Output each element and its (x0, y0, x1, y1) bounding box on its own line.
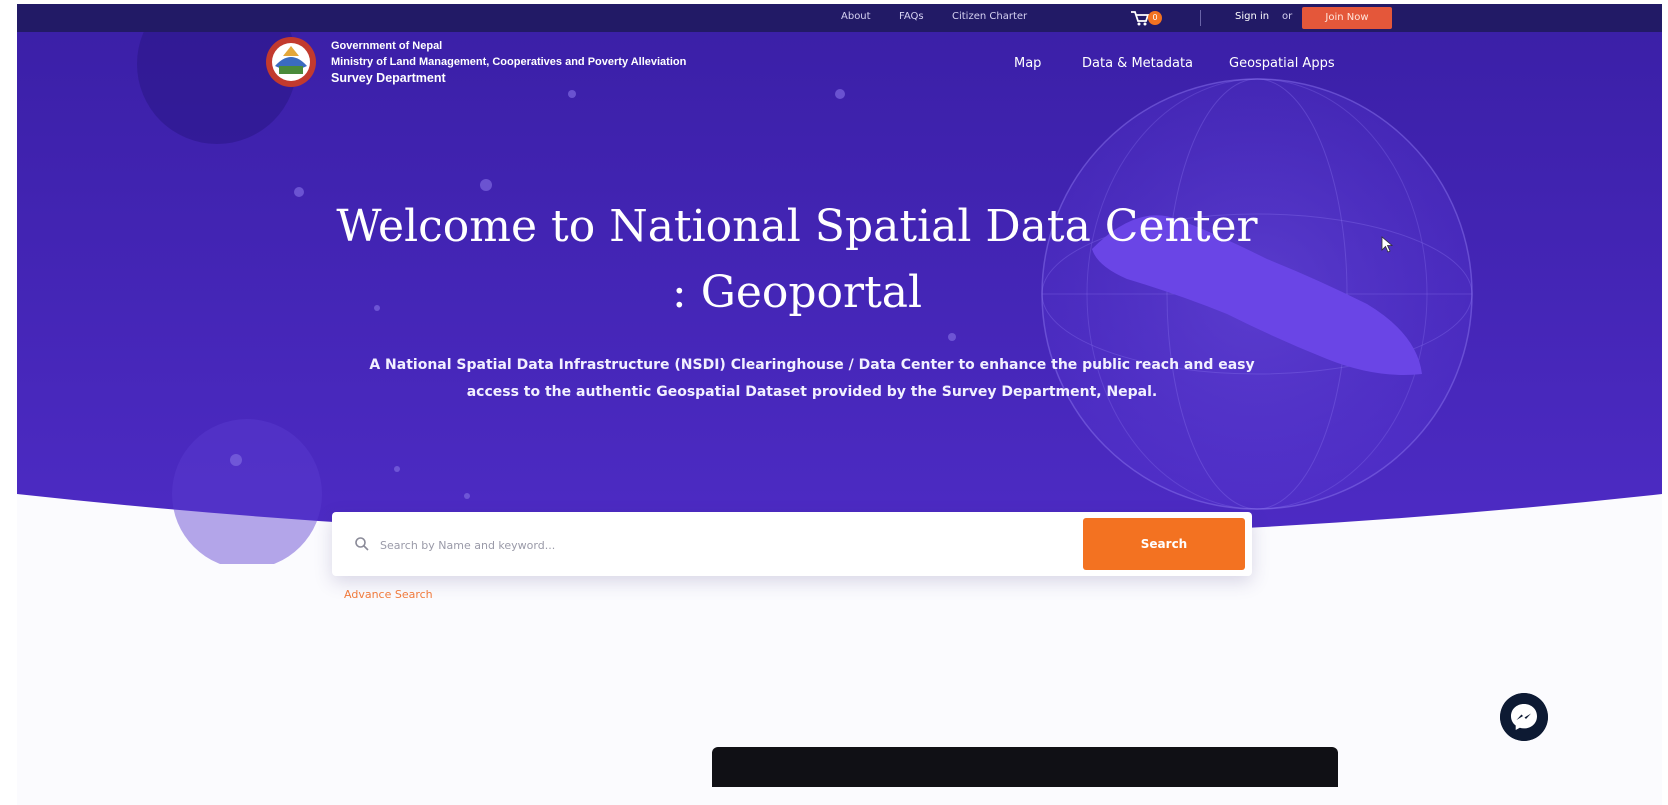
nav-map[interactable]: Map (1014, 56, 1041, 71)
embedded-video-panel[interactable] (712, 747, 1338, 787)
hero-subtitle: A National Spatial Data Infrastructure (… (327, 352, 1297, 406)
about-link[interactable]: About (841, 11, 871, 22)
org-government: Government of Nepal (331, 40, 443, 52)
or-text: or (1282, 11, 1293, 22)
faqs-link[interactable]: FAQs (899, 11, 924, 22)
subtitle-line-2: access to the authentic Geospatial Datas… (466, 384, 1158, 400)
cart-count-badge: 0 (1148, 11, 1162, 25)
subtitle-line-1: A National Spatial Data Infrastructure (… (369, 357, 1255, 373)
title-line-2: : Geoportal (671, 267, 923, 318)
org-ministry: Ministry of Land Management, Cooperative… (331, 56, 687, 68)
nav-geospatial-apps[interactable]: Geospatial Apps (1229, 56, 1335, 71)
search-bar: Search (332, 512, 1252, 576)
nepal-emblem-icon[interactable] (265, 36, 317, 88)
page: About FAQs Citizen Charter 0 Sign in or … (17, 4, 1662, 805)
search-icon (355, 537, 369, 551)
nav-data-metadata[interactable]: Data & Metadata (1082, 56, 1193, 71)
org-department: Survey Department (331, 71, 446, 85)
join-now-button[interactable]: Join Now (1302, 7, 1392, 29)
messenger-icon[interactable] (1500, 693, 1548, 741)
mouse-cursor-icon (1381, 236, 1394, 253)
divider (1200, 10, 1201, 26)
organization-name[interactable]: Government of Nepal Ministry of Land Man… (331, 38, 686, 86)
search-button[interactable]: Search (1083, 518, 1245, 570)
search-input[interactable] (378, 532, 1032, 558)
title-line-1: Welcome to National Spatial Data Center (336, 201, 1258, 252)
citizen-charter-link[interactable]: Citizen Charter (952, 11, 1027, 22)
sign-in-link[interactable]: Sign in (1235, 11, 1269, 22)
top-utility-bar: About FAQs Citizen Charter 0 Sign in or … (17, 4, 1662, 32)
advance-search-link[interactable]: Advance Search (344, 588, 433, 601)
page-title: Welcome to National Spatial Data Center … (307, 194, 1287, 326)
